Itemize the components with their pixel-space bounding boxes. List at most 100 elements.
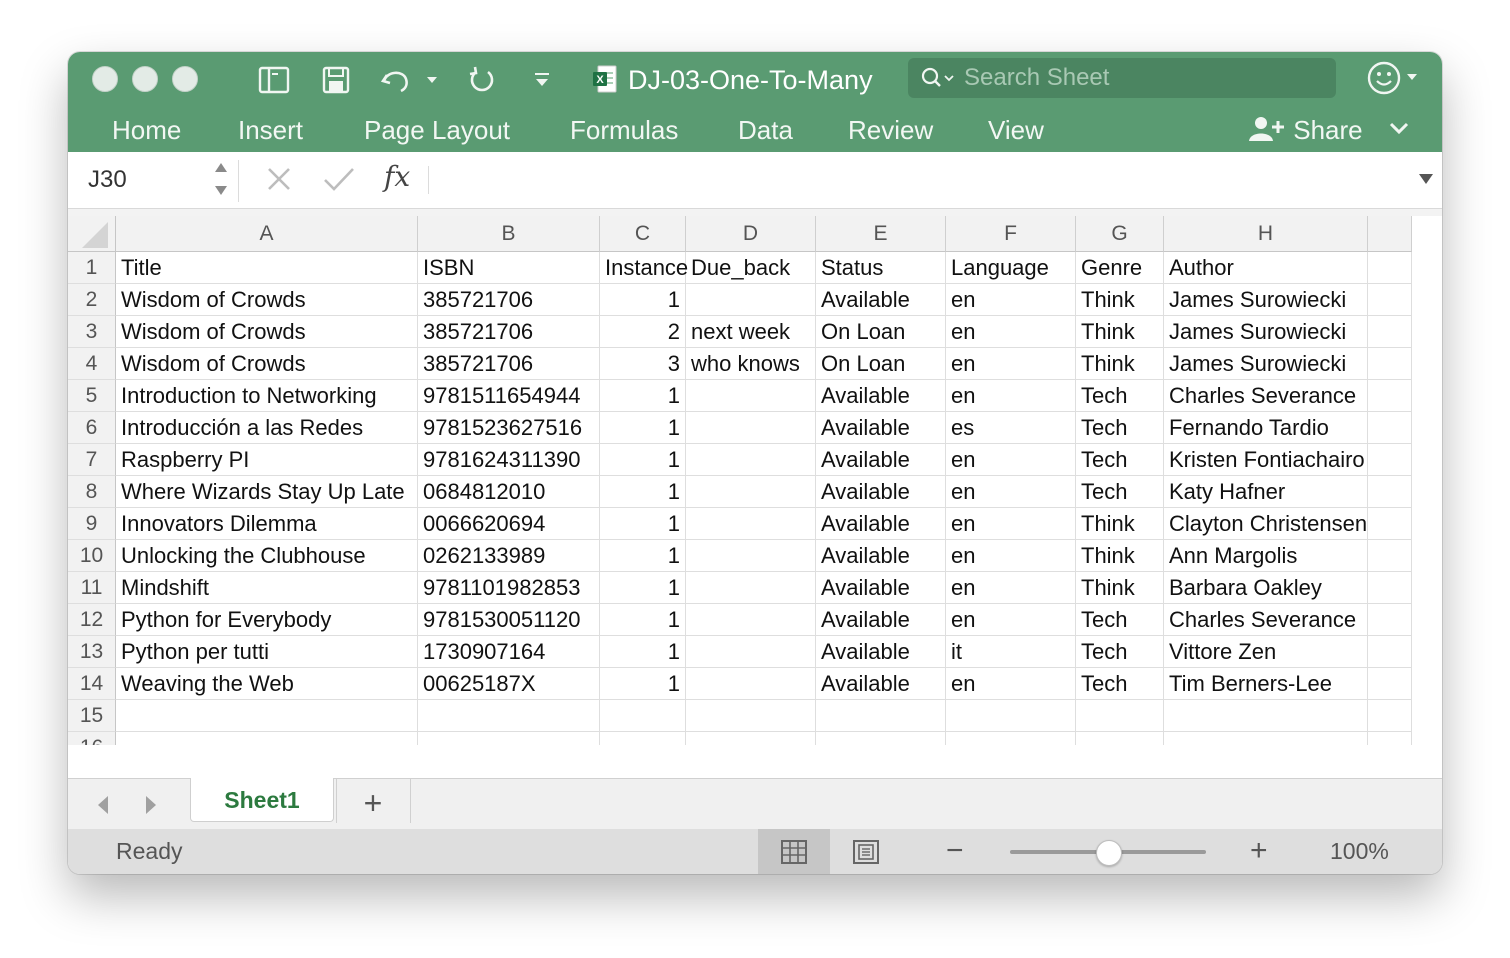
cell-g8[interactable]: Tech — [1076, 476, 1164, 508]
confirm-edit-checkmark-icon[interactable] — [322, 164, 356, 199]
cell-d1[interactable]: Due_back — [686, 252, 816, 284]
cell-b2[interactable]: 385721706 — [418, 284, 600, 316]
cell-g12[interactable]: Tech — [1076, 604, 1164, 636]
column-header-f[interactable]: F — [946, 216, 1076, 252]
cell-g7[interactable]: Tech — [1076, 444, 1164, 476]
cell-e15[interactable] — [816, 700, 946, 732]
cell-f2[interactable]: en — [946, 284, 1076, 316]
cell-i15[interactable] — [1368, 700, 1412, 732]
cell-e7[interactable]: Available — [816, 444, 946, 476]
cell-b5[interactable]: 9781511654944 — [418, 380, 600, 412]
cell-e13[interactable]: Available — [816, 636, 946, 668]
tab-page-layout[interactable]: Page Layout — [364, 110, 510, 150]
cell-f1[interactable]: Language — [946, 252, 1076, 284]
cell-b7[interactable]: 9781624311390 — [418, 444, 600, 476]
search-sheet-field[interactable]: Search Sheet — [908, 58, 1336, 98]
cell-d10[interactable] — [686, 540, 816, 572]
cell-d4[interactable]: who knows — [686, 348, 816, 380]
cell-a7[interactable]: Raspberry PI — [116, 444, 418, 476]
cell-h5[interactable]: Charles Severance — [1164, 380, 1368, 412]
cell-e1[interactable]: Status — [816, 252, 946, 284]
close-window-button[interactable] — [92, 66, 118, 92]
cell-c1[interactable]: Instance — [600, 252, 688, 284]
cell-h3[interactable]: James Surowiecki — [1164, 316, 1368, 348]
cell-i7[interactable] — [1368, 444, 1412, 476]
zoom-out-minus-icon[interactable]: − — [946, 833, 964, 869]
cell-i14[interactable] — [1368, 668, 1412, 700]
cell-g4[interactable]: Think — [1076, 348, 1164, 380]
cell-i11[interactable] — [1368, 572, 1412, 604]
cell-a14[interactable]: Weaving the Web — [116, 668, 418, 700]
cell-d7[interactable] — [686, 444, 816, 476]
cell-a9[interactable]: Innovators Dilemma — [116, 508, 418, 540]
cell-g13[interactable]: Tech — [1076, 636, 1164, 668]
select-all-corner[interactable] — [68, 216, 116, 252]
cell-a5[interactable]: Introduction to Networking — [116, 380, 418, 412]
cell-c2[interactable]: 1 — [600, 284, 686, 316]
row-header-3[interactable]: 3 — [68, 316, 116, 348]
zoom-slider-thumb[interactable] — [1096, 840, 1122, 866]
share-button[interactable]: Share — [1248, 110, 1363, 150]
cell-b12[interactable]: 9781530051120 — [418, 604, 600, 636]
cell-i2[interactable] — [1368, 284, 1412, 316]
cell-g1[interactable]: Genre — [1076, 252, 1164, 284]
cell-b6[interactable]: 9781523627516 — [418, 412, 600, 444]
cell-c10[interactable]: 1 — [600, 540, 686, 572]
cell-f9[interactable]: en — [946, 508, 1076, 540]
cell-e8[interactable]: Available — [816, 476, 946, 508]
cell-d3[interactable]: next week — [686, 316, 816, 348]
zoom-slider[interactable] — [1010, 840, 1206, 866]
tab-review[interactable]: Review — [848, 110, 933, 150]
normal-view-grid-icon[interactable] — [758, 829, 830, 874]
cell-a3[interactable]: Wisdom of Crowds — [116, 316, 418, 348]
cell-f10[interactable]: en — [946, 540, 1076, 572]
tab-data[interactable]: Data — [738, 110, 793, 150]
cell-g5[interactable]: Tech — [1076, 380, 1164, 412]
cell-e14[interactable]: Available — [816, 668, 946, 700]
cell-f13[interactable]: it — [946, 636, 1076, 668]
insert-function-fx-icon[interactable]: fx — [384, 160, 410, 193]
feedback-smiley-icon[interactable] — [1366, 60, 1422, 101]
cell-f3[interactable]: en — [946, 316, 1076, 348]
row-header-12[interactable]: 12 — [68, 604, 116, 636]
cell-g3[interactable]: Think — [1076, 316, 1164, 348]
cell-a1[interactable]: Title — [116, 252, 418, 284]
cell-e3[interactable]: On Loan — [816, 316, 946, 348]
formula-input[interactable] — [440, 164, 1400, 196]
cell-b13[interactable]: 1730907164 — [418, 636, 600, 668]
tab-insert[interactable]: Insert — [238, 110, 303, 150]
cell-i3[interactable] — [1368, 316, 1412, 348]
cell-g6[interactable]: Tech — [1076, 412, 1164, 444]
cell-i1[interactable] — [1368, 252, 1412, 284]
zoom-window-button[interactable] — [172, 66, 198, 92]
cell-h4[interactable]: James Surowiecki — [1164, 348, 1368, 380]
cell-c11[interactable]: 1 — [600, 572, 686, 604]
cell-i6[interactable] — [1368, 412, 1412, 444]
cell-c6[interactable]: 1 — [600, 412, 686, 444]
cell-h6[interactable]: Fernando Tardio — [1164, 412, 1368, 444]
cell-c4[interactable]: 3 — [600, 348, 686, 380]
cell-c5[interactable]: 1 — [600, 380, 686, 412]
column-header-h[interactable]: H — [1164, 216, 1368, 252]
row-header-1[interactable]: 1 — [68, 252, 116, 284]
cell-d14[interactable] — [686, 668, 816, 700]
sheet-tab-sheet1[interactable]: Sheet1 — [190, 778, 334, 822]
cell-f8[interactable]: en — [946, 476, 1076, 508]
cell-e12[interactable]: Available — [816, 604, 946, 636]
row-header-13[interactable]: 13 — [68, 636, 116, 668]
cell-c9[interactable]: 1 — [600, 508, 686, 540]
zoom-level[interactable]: 100% — [1330, 829, 1389, 874]
cell-e6[interactable]: Available — [816, 412, 946, 444]
column-header-e[interactable]: E — [816, 216, 946, 252]
cell-i9[interactable] — [1368, 508, 1412, 540]
cell-g14[interactable]: Tech — [1076, 668, 1164, 700]
cell-d8[interactable] — [686, 476, 816, 508]
cell-e10[interactable]: Available — [816, 540, 946, 572]
cell-h2[interactable]: James Surowiecki — [1164, 284, 1368, 316]
row-header-11[interactable]: 11 — [68, 572, 116, 604]
cell-f4[interactable]: en — [946, 348, 1076, 380]
cell-f11[interactable]: en — [946, 572, 1076, 604]
redo-icon[interactable] — [462, 60, 502, 100]
cell-b15[interactable] — [418, 700, 600, 732]
cell-a6[interactable]: Introducción a las Redes — [116, 412, 418, 444]
